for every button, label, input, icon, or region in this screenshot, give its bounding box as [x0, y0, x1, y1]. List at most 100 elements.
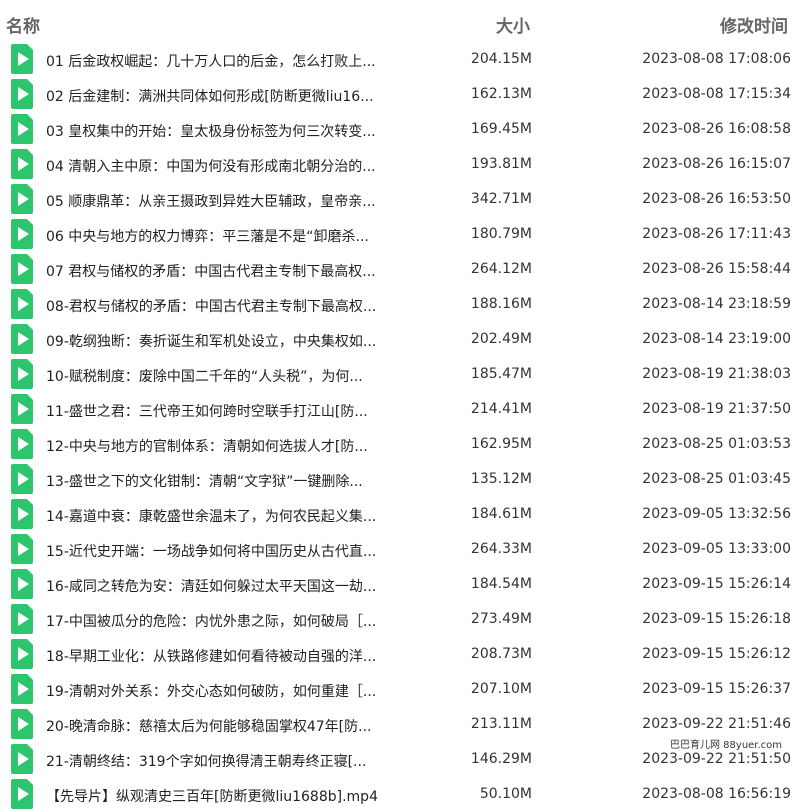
- file-name[interactable]: 18-早期工业化：从铁路修建如何看待被动自强的洋...: [46, 646, 401, 666]
- file-modified-time: 2023-09-22 21:51:50: [642, 751, 791, 767]
- file-modified-time: 2023-09-15 15:26:18: [642, 611, 791, 627]
- file-name[interactable]: 17-中国被瓜分的危险：内忧外患之际，如何破局［...: [46, 611, 401, 631]
- file-row[interactable]: 15-近代史开端：一场战争如何将中国历史从古代直... 264.33M 2023-0…: [0, 532, 800, 567]
- file-size: 185.47M: [470, 366, 532, 382]
- file-row[interactable]: 07 君权与储权的矛盾：中国古代君主专制下最高权... 264.12M 2023-0…: [0, 252, 800, 287]
- video-file-icon: [11, 569, 33, 599]
- file-name[interactable]: 01 后金政权崛起：几十万人口的后金，怎么打败上...: [46, 51, 401, 71]
- video-file-icon: [11, 639, 33, 669]
- file-name[interactable]: 12-中央与地方的官制体系：清朝如何选拔人才[防...: [46, 436, 401, 456]
- file-row[interactable]: 04 清朝入主中原：中国为何没有形成南北朝分治的... 193.81M 2023-0…: [0, 147, 800, 182]
- file-name[interactable]: 21-清朝终结：319个字如何换得清王朝寿终正寝[...: [46, 751, 401, 771]
- file-modified-time: 2023-08-26 15:58:44: [642, 261, 791, 277]
- file-name[interactable]: 【先导片】纵观清史三百年[防断更微liu1688b].mp4: [46, 786, 401, 806]
- file-size: 135.12M: [470, 471, 532, 487]
- file-modified-time: 2023-08-14 23:18:59: [642, 296, 791, 312]
- file-size: 50.10M: [479, 786, 532, 802]
- file-row[interactable]: 03 皇权集中的开始：皇太极身份标签为何三次转变... 169.45M 2023-0…: [0, 112, 800, 147]
- column-header-modified-time[interactable]: 修改时间: [720, 12, 788, 37]
- file-size: 180.79M: [470, 226, 532, 242]
- video-file-icon: [11, 499, 33, 529]
- file-modified-time: 2023-09-15 15:26:37: [642, 681, 791, 697]
- file-name[interactable]: 20-晚清命脉：慈禧太后为何能够稳固掌权47年[防...: [46, 716, 401, 736]
- file-modified-time: 2023-08-19 21:37:50: [642, 401, 791, 417]
- file-row[interactable]: 17-中国被瓜分的危险：内忧外患之际，如何破局［... 273.49M 2023-0…: [0, 602, 800, 637]
- file-modified-time: 2023-08-19 21:38:03: [642, 366, 791, 382]
- file-name[interactable]: 04 清朝入主中原：中国为何没有形成南北朝分治的...: [46, 156, 401, 176]
- file-name[interactable]: 07 君权与储权的矛盾：中国古代君主专制下最高权...: [46, 261, 401, 281]
- file-row[interactable]: 01 后金政权崛起：几十万人口的后金，怎么打败上... 204.15M 2023-0…: [0, 42, 800, 77]
- file-size: 273.49M: [470, 611, 532, 627]
- video-file-icon: [11, 289, 33, 319]
- file-name[interactable]: 03 皇权集中的开始：皇太极身份标签为何三次转变...: [46, 121, 401, 141]
- file-modified-time: 2023-09-15 15:26:12: [642, 646, 791, 662]
- file-size: 162.13M: [470, 86, 532, 102]
- file-size: 146.29M: [470, 751, 532, 767]
- video-file-icon: [11, 604, 33, 634]
- file-name[interactable]: 09-乾纲独断：奏折诞生和军机处设立，中央集权如...: [46, 331, 401, 351]
- file-name[interactable]: 19-清朝对外关系：外交心态如何破防，如何重建［...: [46, 681, 401, 701]
- file-size: 202.49M: [470, 331, 532, 347]
- watermark: 巴巴育儿网 88yuer.com: [668, 736, 785, 751]
- file-row[interactable]: 08-君权与储权的矛盾：中国古代君主专制下最高权... 188.16M 2023-0…: [0, 287, 800, 322]
- file-row[interactable]: 13-盛世之下的文化钳制：清朝“文字狱”一键删除... 135.12M 2023-0…: [0, 462, 800, 497]
- file-name[interactable]: 05 顺康鼎革：从亲王摄政到异姓大臣辅政，皇帝亲...: [46, 191, 401, 211]
- file-modified-time: 2023-09-05 13:33:00: [642, 541, 791, 557]
- file-row[interactable]: 19-清朝对外关系：外交心态如何破防，如何重建［... 207.10M 2023-0…: [0, 672, 800, 707]
- file-modified-time: 2023-08-26 17:11:43: [642, 226, 791, 242]
- file-modified-time: 2023-08-26 16:53:50: [642, 191, 791, 207]
- video-file-icon: [11, 779, 33, 809]
- file-name[interactable]: 14-嘉道中衰：康乾盛世余温未了，为何农民起义集...: [46, 506, 401, 526]
- file-row[interactable]: 12-中央与地方的官制体系：清朝如何选拔人才[防... 162.95M 2023-0…: [0, 427, 800, 462]
- file-size: 169.45M: [470, 121, 532, 137]
- video-file-icon: [11, 114, 33, 144]
- file-row[interactable]: 09-乾纲独断：奏折诞生和军机处设立，中央集权如... 202.49M 2023-0…: [0, 322, 800, 357]
- file-name[interactable]: 13-盛世之下的文化钳制：清朝“文字狱”一键删除...: [46, 471, 401, 491]
- file-size: 188.16M: [470, 296, 532, 312]
- file-row[interactable]: 10-赋税制度：废除中国二千年的“人头税”，为何... 185.47M 2023-0…: [0, 357, 800, 392]
- file-row[interactable]: 18-早期工业化：从铁路修建如何看待被动自强的洋... 208.73M 2023-0…: [0, 637, 800, 672]
- video-file-icon: [11, 219, 33, 249]
- file-size: 193.81M: [470, 156, 532, 172]
- file-modified-time: 2023-08-25 01:03:45: [642, 471, 791, 487]
- file-modified-time: 2023-08-08 17:08:06: [642, 51, 791, 67]
- file-modified-time: 2023-08-08 17:15:34: [642, 86, 791, 102]
- file-size: 204.15M: [470, 51, 532, 67]
- file-name[interactable]: 08-君权与储权的矛盾：中国古代君主专制下最高权...: [46, 296, 401, 316]
- file-row[interactable]: 14-嘉道中衰：康乾盛世余温未了，为何农民起义集... 184.61M 2023-0…: [0, 497, 800, 532]
- file-row[interactable]: 02 后金建制：满洲共同体如何形成[防断更微liu16... 162.13M 202…: [0, 77, 800, 112]
- file-row[interactable]: 05 顺康鼎革：从亲王摄政到异姓大臣辅政，皇帝亲... 342.71M 2023-0…: [0, 182, 800, 217]
- video-file-icon: [11, 184, 33, 214]
- video-file-icon: [11, 464, 33, 494]
- file-name[interactable]: 11-盛世之君：三代帝王如何跨时空联手打江山[防...: [46, 401, 401, 421]
- file-modified-time: 2023-09-22 21:51:46: [642, 716, 791, 732]
- file-size: 213.11M: [470, 716, 532, 732]
- column-header-size[interactable]: 大小: [496, 12, 530, 37]
- video-file-icon: [11, 324, 33, 354]
- video-file-icon: [11, 79, 33, 109]
- file-size: 207.10M: [470, 681, 532, 697]
- file-row[interactable]: 16-咸同之转危为安：清廷如何躲过太平天国这一劫... 184.54M 2023-0…: [0, 567, 800, 602]
- file-modified-time: 2023-09-05 13:32:56: [642, 506, 791, 522]
- file-modified-time: 2023-08-14 23:19:00: [642, 331, 791, 347]
- file-row[interactable]: 06 中央与地方的权力博弈：平三藩是不是“卸磨杀... 180.79M 2023-0…: [0, 217, 800, 252]
- file-size: 214.41M: [470, 401, 532, 417]
- video-file-icon: [11, 674, 33, 704]
- file-modified-time: 2023-08-26 16:15:07: [642, 156, 791, 172]
- file-row[interactable]: 【先导片】纵观清史三百年[防断更微liu1688b].mp4 50.10M 2023…: [0, 777, 800, 812]
- column-header: 名称 大小 修改时间: [0, 0, 800, 40]
- file-name[interactable]: 06 中央与地方的权力博弈：平三藩是不是“卸磨杀...: [46, 226, 401, 246]
- column-header-name[interactable]: 名称: [6, 12, 40, 37]
- video-file-icon: [11, 394, 33, 424]
- file-modified-time: 2023-08-25 01:03:53: [642, 436, 791, 452]
- file-row[interactable]: 11-盛世之君：三代帝王如何跨时空联手打江山[防... 214.41M 2023-0…: [0, 392, 800, 427]
- file-name[interactable]: 10-赋税制度：废除中国二千年的“人头税”，为何...: [46, 366, 401, 386]
- file-name[interactable]: 15-近代史开端：一场战争如何将中国历史从古代直...: [46, 541, 401, 561]
- file-list: 01 后金政权崛起：几十万人口的后金，怎么打败上... 204.15M 2023-0…: [0, 42, 800, 812]
- file-size: 184.61M: [470, 506, 532, 522]
- file-modified-time: 2023-08-26 16:08:58: [642, 121, 791, 137]
- file-modified-time: 2023-09-15 15:26:14: [642, 576, 791, 592]
- file-name[interactable]: 16-咸同之转危为安：清廷如何躲过太平天国这一劫...: [46, 576, 401, 596]
- file-name[interactable]: 02 后金建制：满洲共同体如何形成[防断更微liu16...: [46, 86, 401, 106]
- file-size: 264.12M: [470, 261, 532, 277]
